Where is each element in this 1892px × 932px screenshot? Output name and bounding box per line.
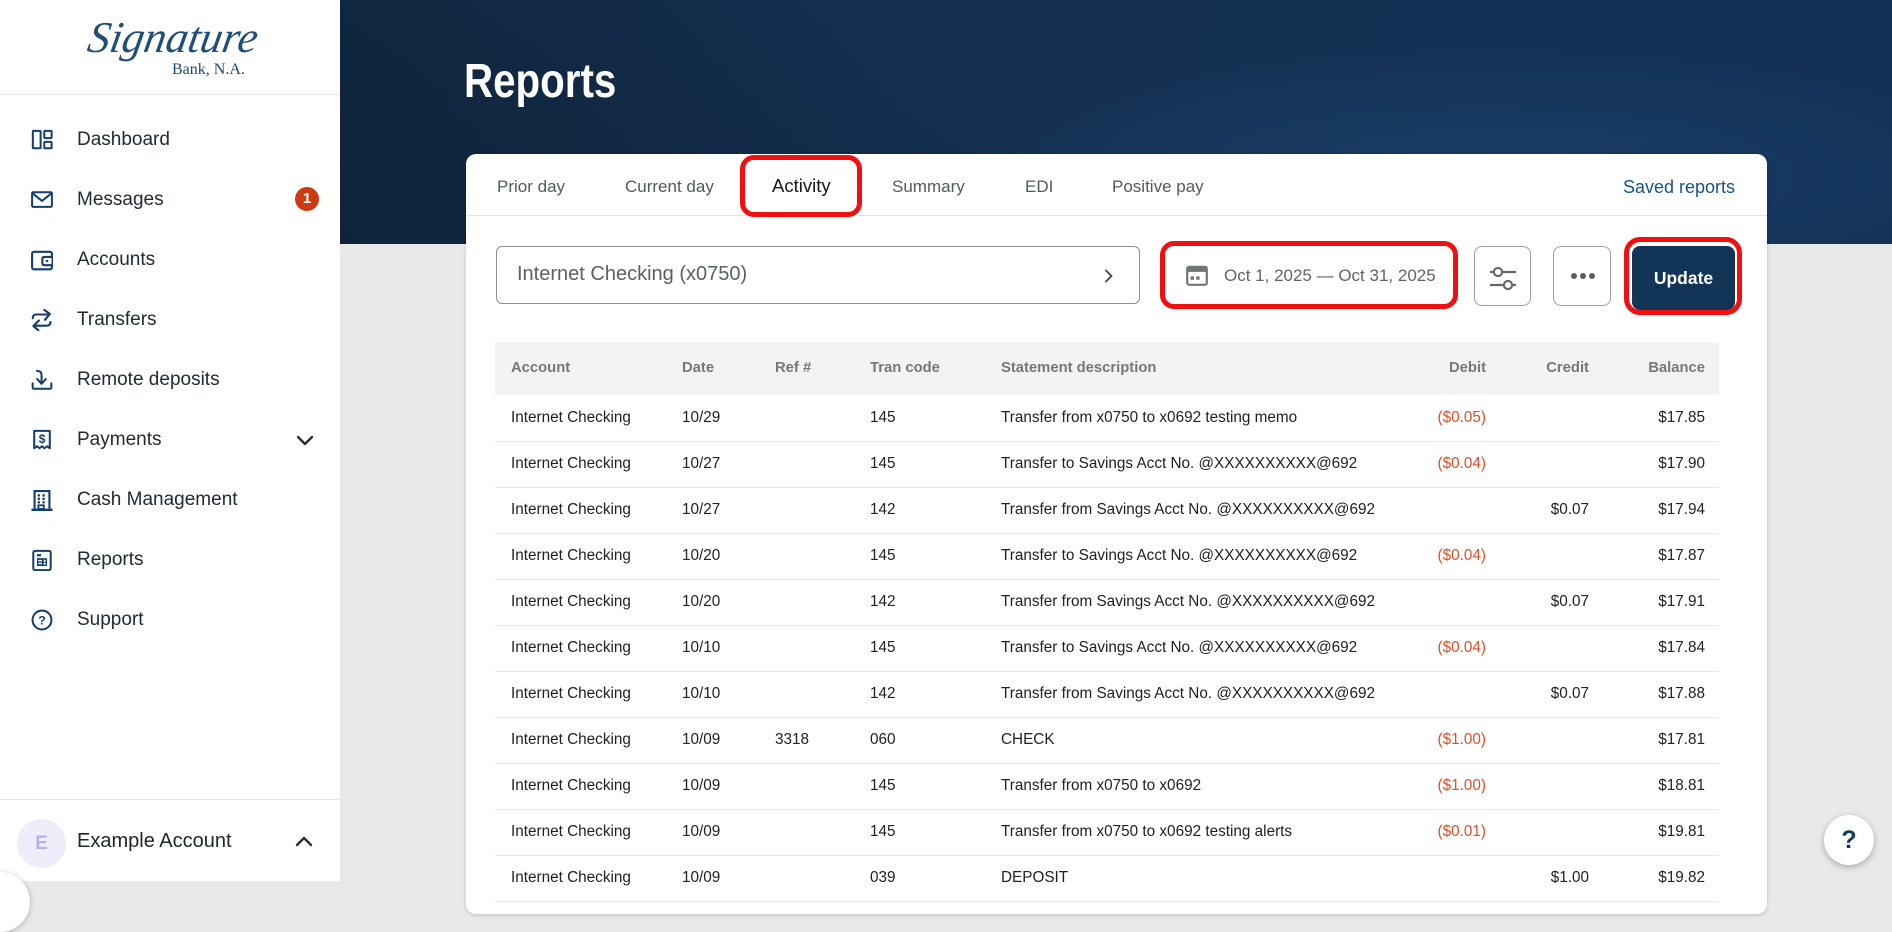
- svg-text:$: $: [39, 432, 46, 446]
- svg-text:?: ?: [38, 613, 46, 627]
